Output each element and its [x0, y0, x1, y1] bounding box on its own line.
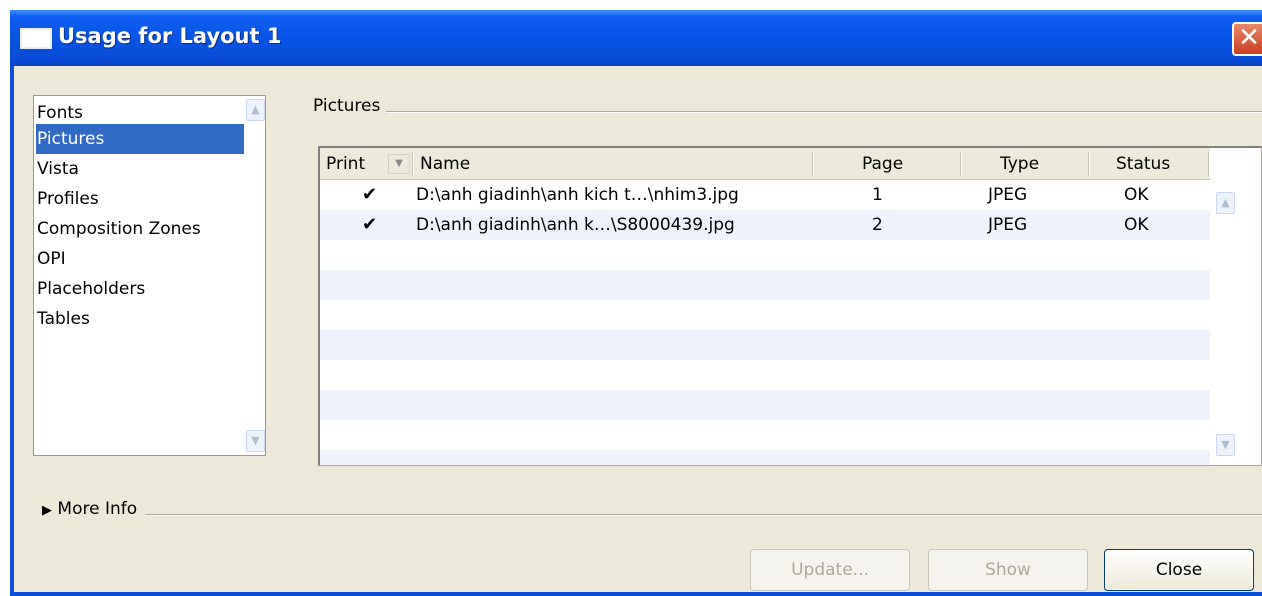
column-header-page[interactable]: Page — [862, 148, 903, 180]
column-separator[interactable] — [960, 152, 962, 176]
empty-row — [320, 360, 1210, 390]
category-item-profiles[interactable]: Profiles — [36, 184, 244, 214]
column-separator[interactable] — [412, 152, 414, 176]
column-header-type[interactable]: Type — [1000, 148, 1039, 180]
cell-name: D:\anh giadinh\anh kich t…\nhim3.jpg — [416, 185, 739, 205]
pictures-table[interactable]: Print ▼ Name Page Type Status ✔ D:\anh g… — [318, 146, 1262, 466]
cell-status: OK — [1124, 185, 1149, 205]
table-header: Print ▼ Name Page Type Status — [320, 148, 1210, 180]
chevron-down-icon[interactable]: ▼ — [388, 154, 410, 174]
more-info-toggle[interactable]: ▶ More Info — [42, 499, 146, 519]
print-check-icon[interactable]: ✔ — [362, 180, 377, 210]
cell-type: JPEG — [988, 185, 1028, 205]
window-icon — [20, 28, 52, 49]
pictures-group-label: Pictures — [313, 96, 387, 116]
up-arrow-icon[interactable]: ▲ — [1216, 192, 1235, 214]
column-header-status[interactable]: Status — [1116, 148, 1170, 180]
empty-row — [320, 330, 1210, 360]
down-arrow-icon[interactable]: ▼ — [1216, 434, 1235, 456]
column-header-name[interactable]: Name — [420, 148, 470, 180]
pictures-group-line — [314, 111, 1262, 113]
table-row[interactable]: ✔ D:\anh giadinh\anh k…\S8000439.jpg 2 J… — [320, 210, 1210, 240]
dialog-client-area: Fonts Pictures Vista Profiles Compositio… — [14, 66, 1262, 592]
empty-row — [320, 420, 1210, 450]
category-item-opi[interactable]: OPI — [36, 244, 244, 274]
category-item-pictures[interactable]: Pictures — [36, 124, 244, 154]
category-item-vista[interactable]: Vista — [36, 154, 244, 184]
update-button[interactable]: Update... — [750, 549, 910, 591]
cell-page: 1 — [872, 185, 883, 205]
category-list-scrollbar[interactable]: ▲ ▼ — [245, 96, 265, 455]
expand-arrow-icon: ▶ — [42, 503, 52, 518]
print-check-icon[interactable]: ✔ — [362, 210, 377, 240]
category-item-placeholders[interactable]: Placeholders — [36, 274, 244, 304]
empty-row — [320, 450, 1210, 465]
more-info-label: More Info — [57, 499, 138, 519]
cell-page: 2 — [872, 215, 883, 235]
column-separator[interactable] — [812, 152, 814, 176]
up-arrow-icon[interactable]: ▲ — [246, 99, 265, 121]
close-window-button[interactable]: ✕ — [1232, 22, 1262, 56]
table-scrollbar[interactable]: ▲ ▼ — [1210, 180, 1250, 465]
show-button[interactable]: Show — [928, 549, 1088, 591]
empty-row — [320, 240, 1210, 270]
table-row[interactable]: ✔ D:\anh giadinh\anh kich t…\nhim3.jpg 1… — [320, 180, 1210, 210]
down-arrow-icon[interactable]: ▼ — [246, 430, 265, 452]
empty-row — [320, 300, 1210, 330]
cell-type: JPEG — [988, 215, 1028, 235]
category-item-tables[interactable]: Tables — [36, 304, 244, 334]
category-list[interactable]: Fonts Pictures Vista Profiles Compositio… — [33, 95, 266, 456]
more-info-line — [42, 514, 1262, 516]
cell-name: D:\anh giadinh\anh k…\S8000439.jpg — [416, 215, 735, 235]
column-separator — [1208, 152, 1210, 176]
category-item-composition-zones[interactable]: Composition Zones — [36, 214, 244, 244]
dialog-window: Usage for Layout 1 ✕ Fonts Pictures Vist… — [10, 10, 1262, 596]
window-title: Usage for Layout 1 — [58, 24, 282, 48]
close-button[interactable]: Close — [1104, 549, 1254, 591]
empty-row — [320, 270, 1210, 300]
column-separator[interactable] — [1088, 152, 1090, 176]
title-bar[interactable]: Usage for Layout 1 ✕ — [10, 10, 1262, 66]
empty-row — [320, 390, 1210, 420]
column-header-print[interactable]: Print — [326, 148, 365, 180]
cell-status: OK — [1124, 215, 1149, 235]
